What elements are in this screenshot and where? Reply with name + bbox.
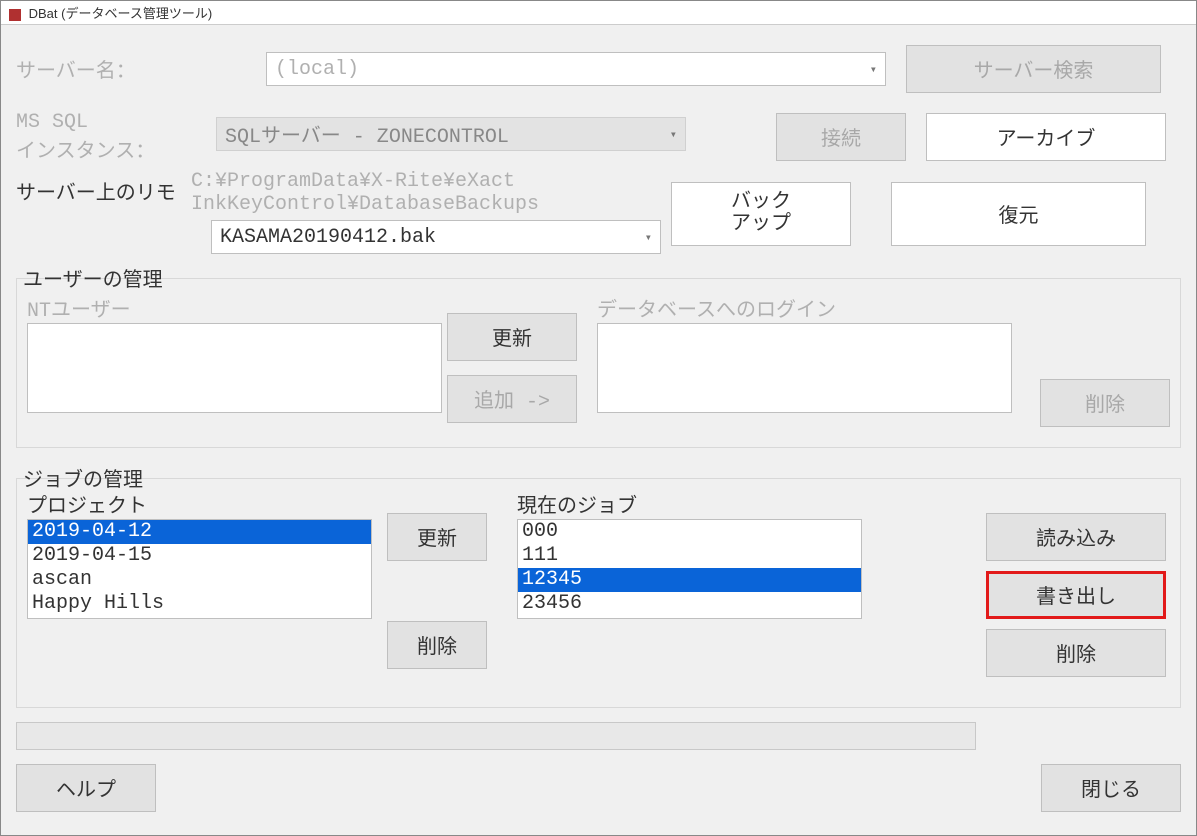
db-login-list[interactable] xyxy=(597,323,1012,413)
user-mgmt-group: ユーザーの管理 NTユーザー 更新 追加 -> データベースへのログイン 削除 xyxy=(16,278,1181,448)
user-refresh-button[interactable]: 更新 xyxy=(447,313,577,361)
mssql-label: MS SQL インスタンス： xyxy=(16,111,216,164)
footer-row: ヘルプ 閉じる xyxy=(16,764,1181,812)
export-button[interactable]: 書き出し xyxy=(986,571,1166,619)
job-delete-button[interactable]: 削除 xyxy=(986,629,1166,677)
current-job-label: 現在のジョブ xyxy=(517,489,877,519)
import-button[interactable]: 読み込み xyxy=(986,513,1166,561)
backup-file-combo[interactable]: KASAMA20190412.bak ▾ xyxy=(211,220,661,254)
titlebar: DBat (データベース管理ツール) xyxy=(1,1,1196,25)
db-login-label: データベースへのログイン xyxy=(597,293,1017,323)
job-mgmt-group: ジョブの管理 プロジェクト 2019-04-122019-04-15ascanH… xyxy=(16,478,1181,708)
user-group-label: ユーザーの管理 xyxy=(21,263,165,293)
job-group-label: ジョブの管理 xyxy=(21,463,145,493)
job-item[interactable]: 12345 xyxy=(518,568,861,592)
remote-path-block: C:¥ProgramData¥X-Rite¥eXact InkKeyContro… xyxy=(191,170,661,254)
server-label: サーバー名： xyxy=(16,54,266,84)
server-search-button[interactable]: サーバー検索 xyxy=(906,45,1161,93)
project-item[interactable]: ascan xyxy=(28,568,371,592)
project-label: プロジェクト xyxy=(27,489,387,519)
mssql-combo-value: SQLサーバー - ZONECONTROL xyxy=(225,119,509,149)
mssql-label-1: MS SQL xyxy=(16,111,216,134)
nt-user-list[interactable] xyxy=(27,323,442,413)
remote-path-2: InkKeyControl¥DatabaseBackups xyxy=(191,193,661,216)
server-combo[interactable]: (local) ▾ xyxy=(266,52,886,86)
backup-btn-l2: アップ xyxy=(731,214,791,236)
user-add-button[interactable]: 追加 -> xyxy=(447,375,577,423)
job-item[interactable]: 000 xyxy=(518,520,861,544)
content-area: サーバー名： (local) ▾ サーバー検索 MS SQL インスタンス： S… xyxy=(1,25,1196,822)
project-item[interactable]: Happy Hills xyxy=(28,592,371,616)
server-combo-value: (local) xyxy=(275,58,359,81)
status-bar xyxy=(16,722,976,750)
job-refresh-button[interactable]: 更新 xyxy=(387,513,487,561)
job-item[interactable]: 111 xyxy=(518,544,861,568)
app-window: DBat (データベース管理ツール) サーバー名： (local) ▾ サーバー… xyxy=(0,0,1197,836)
user-delete-button[interactable]: 削除 xyxy=(1040,379,1170,427)
backup-btn-l1: バック xyxy=(731,192,791,214)
chevron-down-icon: ▾ xyxy=(670,127,677,142)
mssql-label-2: インスタンス： xyxy=(16,134,216,164)
archive-button[interactable]: アーカイブ xyxy=(926,113,1166,161)
server-row: サーバー名： (local) ▾ サーバー検索 xyxy=(16,45,1181,93)
project-list[interactable]: 2019-04-122019-04-15ascanHappy Hills xyxy=(27,519,372,619)
window-title: DBat (データベース管理ツール) xyxy=(29,6,213,21)
chevron-down-icon: ▾ xyxy=(870,62,877,77)
project-item[interactable]: 2019-04-15 xyxy=(28,544,371,568)
current-job-list[interactable]: 0001111234523456 xyxy=(517,519,862,619)
job-item[interactable]: 23456 xyxy=(518,592,861,616)
remote-label: サーバー上のリモ xyxy=(16,170,191,206)
remote-row: サーバー上のリモ C:¥ProgramData¥X-Rite¥eXact Ink… xyxy=(16,170,1181,254)
project-delete-button[interactable]: 削除 xyxy=(387,621,487,669)
remote-path-1: C:¥ProgramData¥X-Rite¥eXact xyxy=(191,170,661,193)
connect-button[interactable]: 接続 xyxy=(776,113,906,161)
help-button[interactable]: ヘルプ xyxy=(16,764,156,812)
restore-button[interactable]: 復元 xyxy=(891,182,1146,246)
backup-file-value: KASAMA20190412.bak xyxy=(220,226,436,249)
project-item[interactable]: 2019-04-12 xyxy=(28,520,371,544)
app-icon xyxy=(9,9,21,21)
mssql-combo[interactable]: SQLサーバー - ZONECONTROL ▾ xyxy=(216,117,686,151)
nt-user-label: NTユーザー xyxy=(27,293,447,323)
backup-button[interactable]: バック アップ xyxy=(671,182,851,246)
chevron-down-icon: ▾ xyxy=(645,230,652,245)
mssql-row: MS SQL インスタンス： SQLサーバー - ZONECONTROL ▾ 接… xyxy=(16,111,1181,164)
close-button[interactable]: 閉じる xyxy=(1041,764,1181,812)
